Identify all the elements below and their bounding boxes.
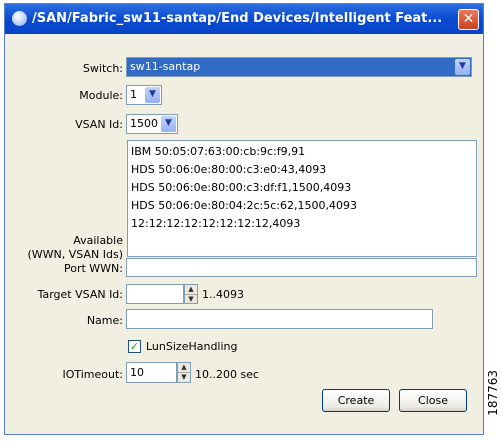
chevron-down-icon[interactable]: ▼ <box>161 116 176 132</box>
available-list[interactable]: IBM 50:05:07:63:00:cb:9c:f9,91 HDS 50:06… <box>127 140 477 257</box>
spin-up-icon[interactable]: ▲ <box>185 285 197 295</box>
figure-number: 187763 <box>486 370 500 416</box>
iotimeout-range: 10..200 sec <box>195 368 260 381</box>
target-vsan-range: 1..4093 <box>202 288 244 301</box>
iotimeout-input[interactable]: 10 <box>126 362 177 383</box>
close-button[interactable]: Close <box>399 389 467 412</box>
list-item[interactable]: 12:12:12:12:12:12:12:12,4093 <box>131 217 300 230</box>
switch-value: sw11-santap <box>130 60 201 73</box>
spin-down-icon[interactable]: ▼ <box>178 373 190 382</box>
port-wwn-label: Port WWN: <box>64 262 123 275</box>
name-label: Name: <box>86 314 123 327</box>
app-icon <box>12 11 27 26</box>
vsan-label: VSAN Id: <box>75 118 123 131</box>
spin-down-icon[interactable]: ▼ <box>185 295 197 304</box>
available-sublabel: (WWN, VSAN Ids) <box>27 248 123 261</box>
switch-select[interactable]: sw11-santap ▼ <box>126 57 472 77</box>
port-wwn-input[interactable] <box>126 258 477 277</box>
target-vsan-spinner[interactable]: ▲ ▼ <box>184 284 198 304</box>
window-title: /SAN/Fabric_sw11-santap/End Devices/Inte… <box>32 11 443 26</box>
list-item[interactable]: HDS 50:06:0e:80:00:c3:e0:43,4093 <box>131 163 326 176</box>
iotimeout-spinner[interactable]: ▲ ▼ <box>177 362 191 383</box>
list-item[interactable]: HDS 50:06:0e:80:00:c3:df:f1,1500,4093 <box>131 181 351 194</box>
chevron-down-icon[interactable]: ▼ <box>145 87 160 103</box>
module-value: 1 <box>130 88 137 101</box>
iotimeout-value: 10 <box>130 366 144 379</box>
vsan-value: 1500 <box>130 117 158 130</box>
switch-label: Switch: <box>82 62 123 75</box>
spin-up-icon[interactable]: ▲ <box>178 363 190 373</box>
vsan-select[interactable]: 1500 ▼ <box>126 114 178 134</box>
create-button[interactable]: Create <box>322 389 390 412</box>
module-select[interactable]: 1 ▼ <box>126 85 162 105</box>
module-label: Module: <box>79 89 123 102</box>
lun-size-handling-checkbox[interactable]: ✓ <box>128 340 141 353</box>
name-input[interactable] <box>126 309 433 329</box>
list-item[interactable]: HDS 50:06:0e:80:04:2c:5c:62,1500,4093 <box>131 199 357 212</box>
lun-size-handling-label: LunSizeHandling <box>146 340 238 353</box>
target-vsan-label: Target VSAN Id: <box>37 288 123 301</box>
target-vsan-input[interactable] <box>126 284 184 304</box>
dialog-window: /SAN/Fabric_sw11-santap/End Devices/Inte… <box>4 3 484 435</box>
close-window-button[interactable]: ✕ <box>458 9 479 30</box>
title-bar[interactable]: /SAN/Fabric_sw11-santap/End Devices/Inte… <box>5 4 483 34</box>
available-label: Available <box>73 234 123 247</box>
iotimeout-label: IOTimeout: <box>62 368 123 381</box>
list-item[interactable]: IBM 50:05:07:63:00:cb:9c:f9,91 <box>131 145 305 158</box>
chevron-down-icon[interactable]: ▼ <box>455 59 470 75</box>
